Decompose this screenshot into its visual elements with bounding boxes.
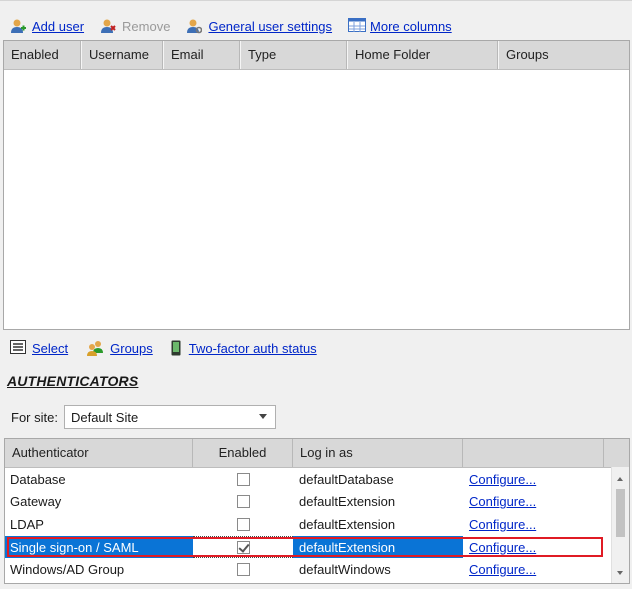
column-header-type[interactable]: Type [241, 41, 348, 69]
more-columns-label[interactable]: More columns [370, 19, 452, 34]
general-user-settings-label[interactable]: General user settings [208, 19, 332, 34]
log-in-as-value: defaultDatabase [299, 471, 394, 487]
remove-user-icon [100, 18, 116, 34]
top-divider [0, 0, 632, 1]
authenticator-row-ldap[interactable]: LDAP defaultExtension Configure... [5, 513, 629, 536]
column-header-enabled[interactable]: Enabled [193, 439, 293, 467]
two-factor-status-label[interactable]: Two-factor auth status [189, 341, 317, 356]
select-button[interactable]: Select [10, 340, 68, 356]
phone-icon [171, 340, 183, 356]
site-dropdown[interactable]: Default Site [63, 405, 276, 429]
configure-link[interactable]: Configure... [469, 472, 536, 487]
users-table-header: Enabled Username Email Type Home Folder … [4, 41, 629, 70]
configure-link[interactable]: Configure... [469, 494, 536, 509]
authenticator-row-database[interactable]: Database defaultDatabase Configure... [5, 468, 629, 491]
authenticator-name: Single sign-on / SAML [5, 535, 193, 559]
log-in-as-value: defaultWindows [299, 562, 391, 578]
site-selector-row: For site: Default Site [4, 405, 276, 429]
user-toolbar: Add user Remove General user settings Mo… [10, 14, 468, 38]
add-user-label[interactable]: Add user [32, 19, 84, 34]
users-table[interactable]: Enabled Username Email Type Home Folder … [3, 40, 630, 330]
column-header-log-in-as[interactable]: Log in as [293, 439, 463, 467]
enabled-checkbox[interactable] [236, 495, 250, 509]
groups-icon [86, 340, 104, 356]
authenticator-name: LDAP [10, 516, 44, 532]
log-in-as-value: defaultExtension [299, 516, 396, 532]
enabled-checkbox[interactable] [236, 563, 250, 577]
enabled-checkbox[interactable] [236, 540, 250, 554]
user-actions: Select Groups Two-factor auth status [10, 338, 335, 358]
chevron-down-icon [258, 414, 267, 419]
column-header-actions [463, 439, 604, 467]
configure-link[interactable]: Configure... [469, 517, 536, 532]
column-header-username[interactable]: Username [82, 41, 164, 69]
authenticator-row-windows-ad[interactable]: Windows/AD Group defaultWindows Configur… [5, 558, 629, 581]
authenticators-heading: AUTHENTICATORS [7, 373, 139, 389]
groups-label[interactable]: Groups [110, 341, 153, 356]
enabled-checkbox[interactable] [236, 472, 250, 486]
two-factor-status-button[interactable]: Two-factor auth status [171, 340, 317, 356]
column-header-authenticator[interactable]: Authenticator [5, 439, 193, 467]
authenticator-name: Database [10, 471, 66, 487]
for-site-label: For site: [11, 409, 58, 425]
authenticators-table-header: Authenticator Enabled Log in as [5, 439, 629, 468]
column-header-email[interactable]: Email [164, 41, 241, 69]
authenticators-table[interactable]: Authenticator Enabled Log in as Database… [4, 438, 630, 584]
user-settings-icon [186, 18, 203, 34]
remove-user-button[interactable]: Remove [100, 18, 170, 34]
site-dropdown-value: Default Site [70, 409, 139, 425]
remove-user-label[interactable]: Remove [122, 19, 170, 34]
authenticator-row-gateway[interactable]: Gateway defaultExtension Configure... [5, 491, 629, 514]
log-in-as-value: defaultExtension [293, 535, 463, 559]
scrollbar-thumb[interactable] [616, 489, 625, 537]
scroll-up-icon[interactable] [617, 477, 623, 481]
add-user-icon [10, 18, 26, 34]
more-columns-button[interactable]: More columns [348, 18, 452, 34]
add-user-button[interactable]: Add user [10, 18, 84, 34]
general-user-settings-button[interactable]: General user settings [186, 18, 332, 34]
authenticator-name: Gateway [10, 494, 62, 510]
authenticator-row-saml[interactable]: Single sign-on / SAML defaultExtension C… [5, 535, 629, 559]
authenticator-name: Windows/AD Group [10, 562, 125, 578]
column-header-home-folder[interactable]: Home Folder [348, 41, 499, 69]
select-label[interactable]: Select [32, 341, 68, 356]
column-header-groups[interactable]: Groups [499, 41, 629, 69]
configure-link[interactable]: Configure... [469, 562, 536, 577]
scroll-down-icon[interactable] [617, 571, 623, 575]
columns-icon [348, 18, 367, 34]
groups-button[interactable]: Groups [86, 340, 153, 356]
column-header-enabled[interactable]: Enabled [4, 41, 82, 69]
authenticators-scrollbar[interactable] [611, 467, 629, 583]
configure-link[interactable]: Configure... [469, 540, 536, 555]
log-in-as-value: defaultExtension [299, 494, 396, 510]
enabled-checkbox[interactable] [236, 517, 250, 531]
select-list-icon [10, 340, 26, 356]
